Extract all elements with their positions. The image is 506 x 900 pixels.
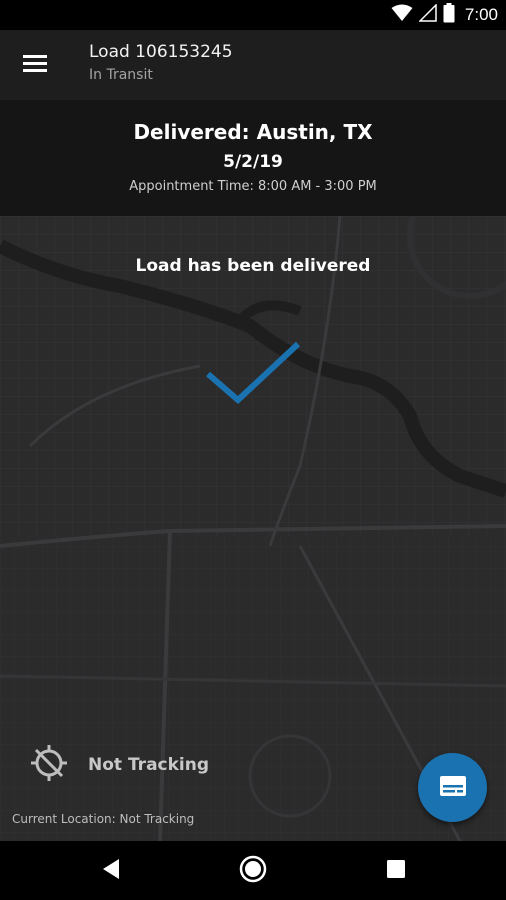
- load-status: In Transit: [89, 67, 153, 83]
- status-bar: 7:00: [0, 0, 506, 30]
- app-bar: Load 106153245 In Transit: [0, 30, 506, 100]
- message-button[interactable]: [418, 753, 487, 822]
- status-time: 7:00: [464, 5, 498, 24]
- delivery-title: Delivered: Austin, TX: [133, 120, 373, 144]
- back-icon: [101, 858, 121, 884]
- page-title: Load 106153245: [89, 42, 233, 62]
- delivery-date: 5/2/19: [223, 152, 283, 172]
- recents-button[interactable]: [378, 853, 414, 889]
- status-icons: 7:00: [391, 3, 498, 27]
- menu-button[interactable]: [14, 47, 56, 83]
- current-location: Current Location: Not Tracking: [12, 812, 195, 826]
- delivered-message: Load has been delivered: [135, 256, 371, 276]
- message-card-icon: [439, 775, 466, 800]
- appointment-time: Appointment Time: 8:00 AM - 3:00 PM: [129, 179, 377, 194]
- wifi-icon: [391, 4, 413, 26]
- battery-icon: [443, 3, 455, 27]
- tracking-label: Not Tracking: [88, 755, 210, 775]
- back-button[interactable]: [93, 853, 129, 889]
- delivery-header: Delivered: Austin, TX 5/2/19 Appointment…: [0, 100, 506, 216]
- location-off-icon: [30, 744, 68, 786]
- checkmark-icon: [200, 336, 310, 420]
- menu-icon: [23, 53, 47, 77]
- signal-icon: [418, 3, 437, 26]
- tracking-status[interactable]: Not Tracking: [30, 744, 209, 786]
- home-button[interactable]: [235, 853, 271, 889]
- navigation-bar: [0, 841, 506, 900]
- app-screen: 7:00 Load 106153245 In Transit Delivered…: [0, 0, 506, 900]
- map-view[interactable]: Load has been delivered Not Tracking Cur…: [0, 216, 506, 841]
- recents-icon: [386, 859, 406, 883]
- home-icon: [239, 855, 267, 887]
